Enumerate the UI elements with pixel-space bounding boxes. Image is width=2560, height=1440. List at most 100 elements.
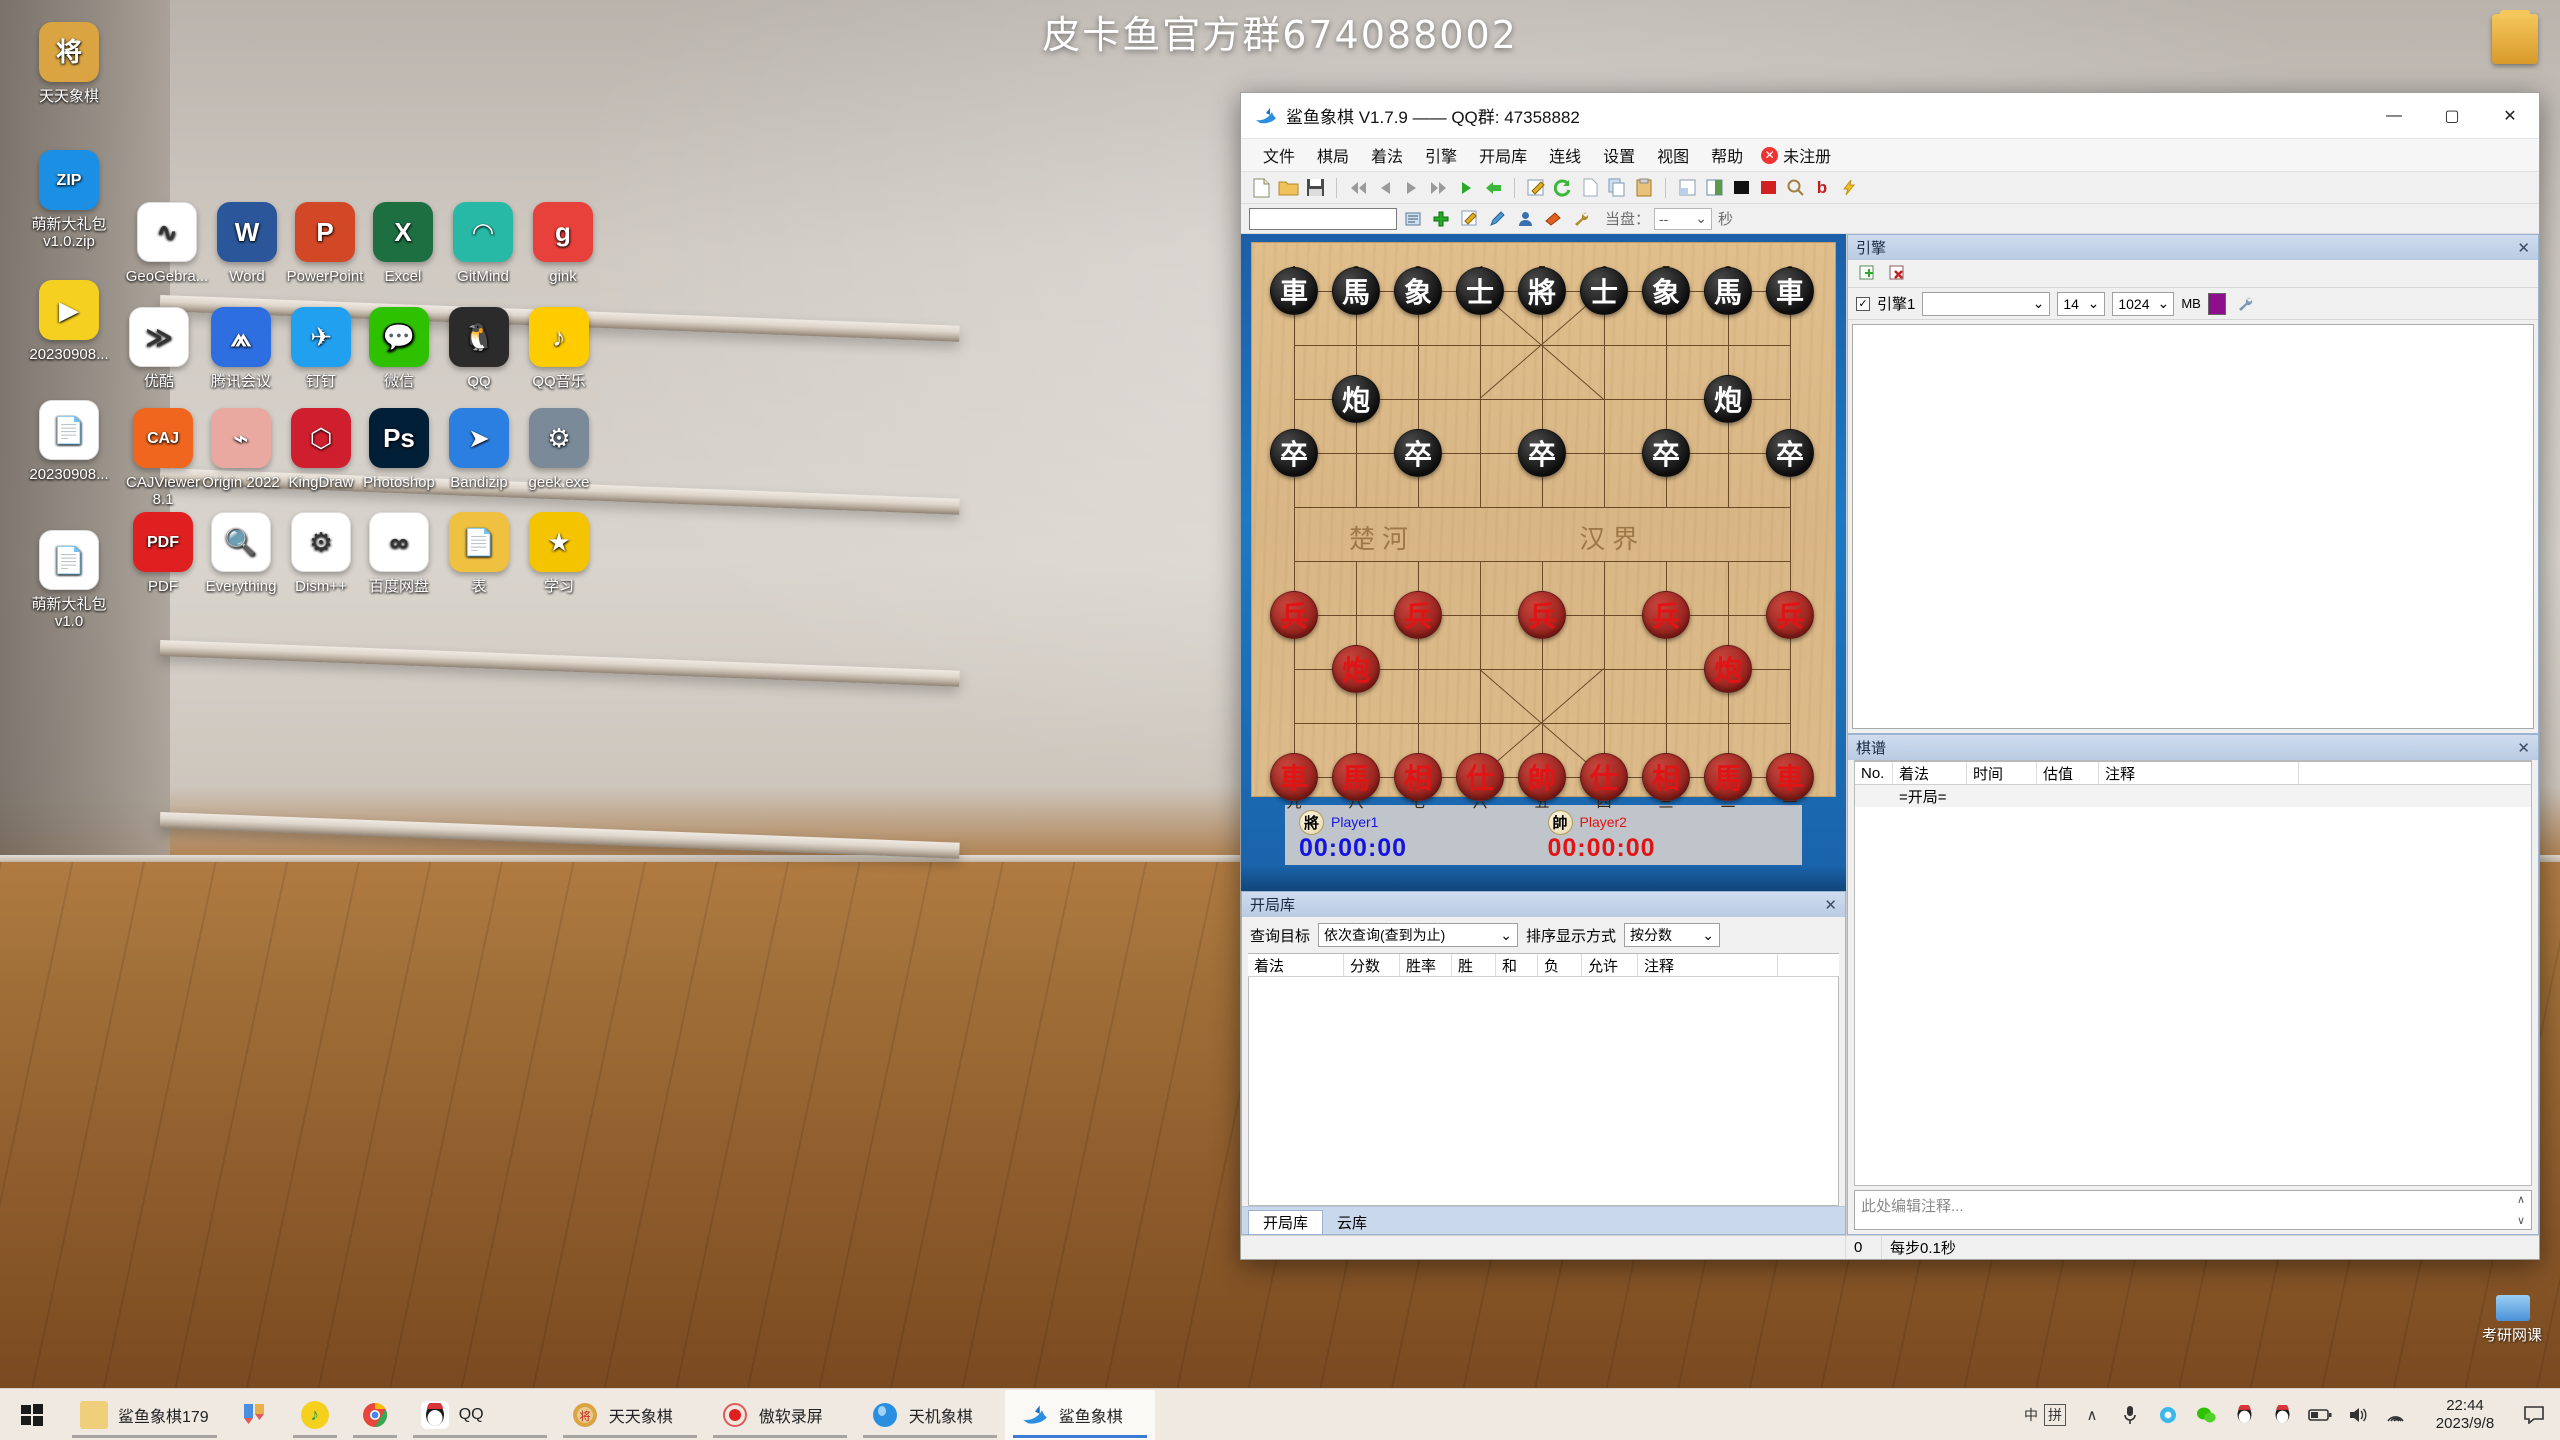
battery-icon[interactable]	[2308, 1403, 2332, 1427]
opening-book-column-header[interactable]: 允许	[1582, 954, 1638, 976]
board-piece[interactable]: 卒	[1270, 429, 1318, 477]
close-button[interactable]: ✕	[2481, 93, 2539, 139]
query-target-select[interactable]: 依次查询(查到为止) ⌄	[1318, 923, 1519, 947]
menu-item-7[interactable]: 视图	[1647, 139, 1699, 171]
menu-item-1[interactable]: 棋局	[1307, 139, 1359, 171]
xiangqi-board[interactable]: 123456789九八七六五四三二一楚河汉界車馬象士將士象馬車炮炮卒卒卒卒卒兵兵…	[1251, 242, 1836, 811]
board-piece[interactable]: 相	[1394, 753, 1442, 801]
taskbar-task-tianji-xiangqi-icon[interactable]: 天机象棋	[855, 1390, 1005, 1440]
board-piece[interactable]: 馬	[1704, 267, 1752, 315]
microphone-icon[interactable]	[2118, 1403, 2142, 1427]
opening-book-caption[interactable]: 开局库 ✕	[1241, 891, 1846, 917]
opening-book-column-header[interactable]: 注释	[1638, 954, 1778, 976]
book-icon[interactable]: b	[1810, 176, 1834, 200]
opening-book-tab-1[interactable]: 云库	[1323, 1210, 1381, 1234]
engine-caption[interactable]: 引擎 ✕	[1847, 234, 2539, 260]
comment-editor[interactable]: 此处编辑注释... ∧ ∨	[1854, 1190, 2532, 1230]
board-piece[interactable]: 兵	[1270, 591, 1318, 639]
play-icon[interactable]	[1454, 176, 1478, 200]
board-piece[interactable]: 兵	[1518, 591, 1566, 639]
board-piece[interactable]: 兵	[1642, 591, 1690, 639]
board-piece[interactable]: 象	[1394, 267, 1442, 315]
desktop-icon-xiangqi-app-icon[interactable]: 将天天象棋	[10, 22, 128, 105]
board-piece[interactable]: 車	[1766, 267, 1814, 315]
menu-item-6[interactable]: 设置	[1593, 139, 1645, 171]
last-move-icon[interactable]	[1427, 176, 1451, 200]
minimize-button[interactable]: —	[2365, 93, 2423, 139]
board-piece[interactable]: 車	[1270, 753, 1318, 801]
copy-icon[interactable]	[1605, 176, 1629, 200]
taskbar-window-list[interactable]: 将 天天象棋 傲软录屏 天机象棋 鲨鱼象棋	[555, 1389, 1155, 1440]
board-piece[interactable]: 帥	[1518, 753, 1566, 801]
move-list-column-header[interactable]: 估值	[2037, 762, 2099, 784]
board-piece[interactable]: 卒	[1642, 429, 1690, 477]
engine-select[interactable]: ⌄	[1922, 291, 2051, 316]
chevron-up-icon[interactable]: ∧	[2517, 1193, 2525, 1206]
engine-output-area[interactable]	[1852, 324, 2534, 729]
remove-engine-icon[interactable]	[1886, 262, 1910, 286]
wifi-icon[interactable]	[2384, 1403, 2408, 1427]
board-piece[interactable]: 象	[1642, 267, 1690, 315]
first-move-icon[interactable]	[1346, 176, 1370, 200]
desktop-icon-qq-music-icon[interactable]: ♪ QQ音乐	[500, 307, 618, 390]
board-piece[interactable]: 炮	[1332, 375, 1380, 423]
user-icon[interactable]	[1513, 207, 1537, 231]
unregistered-indicator[interactable]: ✕ 未注册	[1761, 143, 1831, 167]
board-piece[interactable]: 仕	[1580, 753, 1628, 801]
opening-book-column-header[interactable]: 和	[1496, 954, 1538, 976]
menu-item-3[interactable]: 引擎	[1415, 139, 1467, 171]
opening-book-column-header[interactable]: 着法	[1248, 954, 1344, 976]
opening-book-grid[interactable]	[1248, 977, 1839, 1206]
opening-book-tabstrip[interactable]: 开局库 云库	[1242, 1206, 1845, 1234]
opening-book-column-header[interactable]: 胜	[1452, 954, 1496, 976]
board-piece[interactable]: 車	[1766, 753, 1814, 801]
board-piece[interactable]: 馬	[1332, 267, 1380, 315]
game-time-combo[interactable]: -- ⌄	[1654, 207, 1713, 230]
engine-config-row[interactable]: ✓ 引擎1 ⌄ 14 ⌄ 1024 ⌄ MB	[1848, 288, 2538, 320]
blue-circle-icon[interactable]	[2156, 1403, 2180, 1427]
taskbar[interactable]: 鲨鱼象棋179 ♪ QQ 将 天天象棋 傲软录屏 天机象棋 鲨鱼象棋 中 拼 ∧	[0, 1388, 2560, 1440]
taskbar-task-apowersoft-rec-icon[interactable]: 傲软录屏	[705, 1390, 855, 1440]
desktop-icon-star-shortcut-icon[interactable]: ★ 学习	[500, 512, 618, 595]
board-piece[interactable]: 士	[1580, 267, 1628, 315]
board-piece[interactable]: 兵	[1766, 591, 1814, 639]
close-icon[interactable]: ✕	[2517, 739, 2530, 757]
edit-board-icon[interactable]	[1524, 176, 1548, 200]
move-list-column-header[interactable]: No.	[1855, 762, 1893, 784]
analyze-icon[interactable]	[1783, 176, 1807, 200]
menu-item-5[interactable]: 连线	[1539, 139, 1591, 171]
move-list-row[interactable]: =开局=	[1855, 785, 2531, 807]
board-area[interactable]: 123456789九八七六五四三二一楚河汉界車馬象士將士象馬車炮炮卒卒卒卒卒兵兵…	[1241, 234, 1846, 865]
prev-move-icon[interactable]	[1373, 176, 1397, 200]
board-piece[interactable]: 相	[1642, 753, 1690, 801]
next-move-icon[interactable]	[1400, 176, 1424, 200]
board-piece[interactable]: 馬	[1704, 753, 1752, 801]
chevron-up-icon[interactable]: ∧	[2080, 1403, 2104, 1427]
board-piece[interactable]: 兵	[1394, 591, 1442, 639]
flip-board-icon[interactable]	[1675, 176, 1699, 200]
board-piece[interactable]: 將	[1518, 267, 1566, 315]
flash-icon[interactable]	[1837, 176, 1861, 200]
taskbar-pinned-qqmusic[interactable]: ♪	[285, 1390, 345, 1440]
engine-color-swatch[interactable]	[2207, 292, 2226, 315]
taskbar-task-shark-xiangqi-icon[interactable]: 鲨鱼象棋	[1004, 1389, 1155, 1440]
menu-item-0[interactable]: 文件	[1253, 139, 1305, 171]
red-side-icon[interactable]	[1756, 176, 1780, 200]
move-list-caption[interactable]: 棋谱 ✕	[1847, 734, 2539, 760]
close-icon[interactable]: ✕	[2517, 239, 2530, 257]
window-controls[interactable]: — ▢ ✕	[2365, 93, 2539, 139]
board-piece[interactable]: 仕	[1456, 753, 1504, 801]
taskbar-folder-shark179[interactable]: 鲨鱼象棋179	[64, 1390, 225, 1440]
engine-hash-select[interactable]: 1024 ⌄	[2112, 291, 2175, 316]
wrench-icon[interactable]	[2233, 292, 2257, 316]
board-piece[interactable]: 卒	[1518, 429, 1566, 477]
engine-depth-select[interactable]: 14 ⌄	[2057, 291, 2106, 316]
move-list-rows[interactable]: =开局=	[1855, 785, 2531, 807]
taskbar-pinned-bilibili[interactable]	[225, 1390, 285, 1440]
board-piece[interactable]: 馬	[1332, 753, 1380, 801]
qq-icon-2[interactable]	[2270, 1403, 2294, 1427]
taskbar-clock[interactable]: 22:44 2023/9/8	[2422, 1397, 2508, 1433]
opening-book-column-header[interactable]: 分数	[1344, 954, 1400, 976]
menu-item-4[interactable]: 开局库	[1469, 139, 1537, 171]
shark-xiangqi-window[interactable]: 鲨鱼象棋 V1.7.9 —— QQ群: 47358882 — ▢ ✕ 文件 棋局着…	[1240, 92, 2540, 1260]
